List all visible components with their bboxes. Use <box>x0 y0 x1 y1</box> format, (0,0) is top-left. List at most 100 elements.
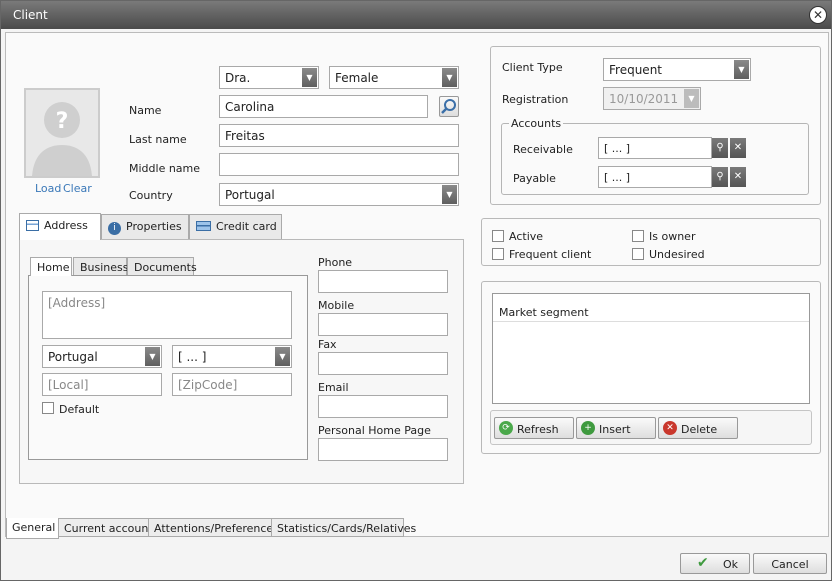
client-dialog: Client ✕ ? Load Clear Dra. ▼ Female ▼ Na… <box>0 0 832 581</box>
info-icon: i <box>108 222 121 235</box>
name-search-button[interactable] <box>439 96 459 117</box>
registration-label: Registration <box>502 93 569 106</box>
avatar-silhouette-icon: ? <box>32 102 92 176</box>
cancel-button[interactable]: Cancel <box>753 553 827 574</box>
ok-label: Ok <box>723 558 739 571</box>
photo-clear-link[interactable]: Clear <box>63 182 92 195</box>
market-segment-list[interactable]: Market segment <box>492 293 810 404</box>
undesired-checkbox[interactable] <box>632 248 644 260</box>
address-card-icon <box>26 220 39 231</box>
tab-documents-label: Documents <box>134 261 197 274</box>
payable-search-icon[interactable]: ⚲ <box>712 167 728 187</box>
is-owner-checkbox[interactable] <box>632 230 644 242</box>
middle-name-input[interactable] <box>219 153 459 176</box>
refresh-label: Refresh <box>517 423 559 436</box>
frequent-client-checkbox[interactable] <box>492 248 504 260</box>
last-name-label: Last name <box>129 133 187 146</box>
registration-value: 10/10/2011 <box>609 92 679 106</box>
tab-statistics-label: Statistics/Cards/Relatives <box>277 522 417 535</box>
check-icon: ✔ <box>697 555 709 571</box>
client-type-value: Frequent <box>609 63 662 77</box>
svg-text:?: ? <box>56 109 69 134</box>
frequent-client-label: Frequent client <box>509 248 592 261</box>
local-input[interactable]: [Local] <box>42 373 162 396</box>
chevron-down-icon: ▼ <box>442 185 457 204</box>
is-owner-label: Is owner <box>649 230 696 243</box>
insert-button[interactable]: + Insert <box>576 417 656 439</box>
client-photo[interactable]: ? <box>24 88 100 178</box>
phone-label: Phone <box>318 256 353 269</box>
gender-select[interactable]: Female ▼ <box>329 66 459 89</box>
insert-label: Insert <box>599 423 631 436</box>
close-icon[interactable]: ✕ <box>809 6 827 24</box>
client-type-label: Client Type <box>502 61 563 74</box>
address-country-value: Portugal <box>48 350 98 364</box>
tab-current-account[interactable]: Current account <box>58 518 153 537</box>
market-segment-header: Market segment <box>493 294 809 322</box>
tab-general[interactable]: General <box>6 518 59 539</box>
phone-input[interactable] <box>318 270 448 293</box>
tab-business[interactable]: Business <box>73 257 129 275</box>
tab-general-label: General <box>12 521 56 534</box>
middle-name-label: Middle name <box>129 162 201 175</box>
title-select-value: Dra. <box>225 71 251 85</box>
tab-business-label: Business <box>80 261 129 274</box>
tab-properties[interactable]: i Properties <box>101 214 189 239</box>
undesired-label: Undesired <box>649 248 705 261</box>
homepage-input[interactable] <box>318 438 448 461</box>
chevron-down-icon: ▼ <box>684 89 699 108</box>
email-input[interactable] <box>318 395 448 418</box>
chevron-down-icon: ▼ <box>442 68 457 87</box>
gender-select-value: Female <box>335 71 379 85</box>
tab-statistics[interactable]: Statistics/Cards/Relatives <box>271 518 416 537</box>
accounts-legend: Accounts <box>509 117 564 130</box>
tab-home[interactable]: Home <box>30 257 72 276</box>
fax-label: Fax <box>318 338 337 351</box>
zipcode-input[interactable]: [ZipCode] <box>172 373 292 396</box>
default-checkbox[interactable] <box>42 402 54 414</box>
receivable-input[interactable]: [ ... ] <box>598 137 712 159</box>
title-select[interactable]: Dra. ▼ <box>219 66 319 89</box>
fax-input[interactable] <box>318 352 448 375</box>
tab-documents[interactable]: Documents <box>127 257 197 275</box>
photo-load-link[interactable]: Load <box>35 182 61 195</box>
search-icon <box>441 99 456 114</box>
address-textarea[interactable]: [Address] <box>42 291 292 339</box>
tab-address[interactable]: Address <box>19 213 101 240</box>
name-input[interactable]: Carolina <box>219 95 428 118</box>
window-title: Client <box>13 8 48 22</box>
plus-icon: + <box>581 421 595 435</box>
receivable-search-icon[interactable]: ⚲ <box>712 138 728 158</box>
tab-credit-card[interactable]: Credit card <box>189 214 282 239</box>
receivable-label: Receivable <box>513 143 573 156</box>
chevron-down-icon: ▼ <box>275 347 290 366</box>
tab-attentions-preferences-label: Attentions/Preferences <box>154 522 279 535</box>
address-country-select[interactable]: Portugal ▼ <box>42 345 162 368</box>
email-label: Email <box>318 381 349 394</box>
active-label: Active <box>509 230 544 243</box>
chevron-down-icon: ▼ <box>302 68 317 87</box>
payable-clear-icon[interactable]: ✕ <box>730 167 746 187</box>
address-region-select[interactable]: [ ... ] ▼ <box>172 345 292 368</box>
refresh-icon: ⟳ <box>499 421 513 435</box>
mobile-input[interactable] <box>318 313 448 336</box>
title-bar: Client ✕ <box>1 1 831 29</box>
payable-label: Payable <box>513 172 556 185</box>
tab-attentions-preferences[interactable]: Attentions/Preferences <box>148 518 279 537</box>
credit-card-icon <box>196 221 211 231</box>
country-select[interactable]: Portugal ▼ <box>219 183 459 206</box>
tab-home-label: Home <box>37 261 70 274</box>
refresh-button[interactable]: ⟳ Refresh <box>494 417 574 439</box>
payable-input[interactable]: [ ... ] <box>598 166 712 188</box>
homepage-label: Personal Home Page <box>318 424 431 437</box>
last-name-input[interactable]: Freitas <box>219 124 459 147</box>
country-label: Country <box>129 189 173 202</box>
delete-button[interactable]: ✕ Delete <box>658 417 738 439</box>
default-label: Default <box>59 403 100 416</box>
name-label: Name <box>129 104 162 117</box>
ok-button[interactable]: ✔ Ok <box>680 553 750 574</box>
country-select-value: Portugal <box>225 188 275 202</box>
client-type-select[interactable]: Frequent ▼ <box>603 58 751 81</box>
receivable-clear-icon[interactable]: ✕ <box>730 138 746 158</box>
active-checkbox[interactable] <box>492 230 504 242</box>
